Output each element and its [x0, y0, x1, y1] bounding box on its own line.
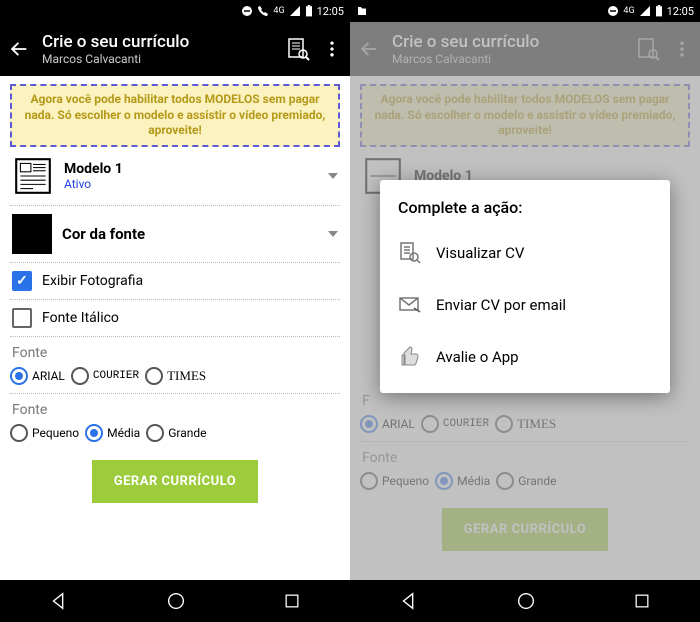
clock: 12:05	[667, 5, 694, 18]
nav-bar	[0, 580, 350, 622]
screenshot-icon	[356, 5, 368, 17]
chevron-down-icon	[328, 173, 338, 179]
show-photo-checkbox-row[interactable]: Exibir Fotografia	[10, 263, 340, 300]
overflow-menu-icon[interactable]	[322, 39, 342, 59]
signal-icon	[289, 5, 301, 17]
radio-icon	[85, 424, 103, 442]
color-swatch-icon	[12, 214, 52, 254]
radio-label: Grande	[168, 426, 206, 440]
dialog-item-label: Enviar CV por email	[436, 296, 566, 314]
dnd-icon	[241, 5, 253, 17]
phone-icon	[257, 5, 269, 17]
dialog-email-cv[interactable]: Enviar CV por email	[390, 279, 660, 331]
model-status: Ativo	[64, 177, 318, 191]
font-size-radio-group: Pequeno Média Grande	[10, 420, 340, 450]
status-bar: 4G 12:05	[350, 0, 700, 22]
cv-preview-icon[interactable]	[286, 37, 310, 61]
action-dialog: Complete a ação: Visualizar CV Enviar CV…	[380, 180, 670, 393]
checkbox-icon	[12, 308, 32, 328]
nav-home-icon[interactable]	[165, 590, 187, 612]
dialog-title: Complete a ação:	[390, 194, 660, 227]
radio-label: ARIAL	[32, 369, 65, 383]
signal-label: 4G	[273, 6, 284, 16]
battery-icon	[305, 5, 313, 17]
phone-right: 4G 12:05 Crie o seu currículo Marcos Cal…	[350, 0, 700, 622]
model-name: Modelo 1	[64, 161, 318, 177]
nav-recent-icon[interactable]	[632, 591, 652, 611]
italic-checkbox-row[interactable]: Fonte Itálico	[10, 300, 340, 337]
font-section-label: Fonte	[10, 337, 340, 363]
radio-icon	[145, 367, 163, 385]
radio-icon	[10, 424, 28, 442]
radio-icon	[71, 367, 89, 385]
font-color-label: Cor da fonte	[62, 225, 318, 243]
radio-label: TIMES	[167, 368, 206, 384]
radio-arial[interactable]: ARIAL	[10, 367, 65, 385]
radio-medium[interactable]: Média	[85, 424, 140, 442]
radio-small[interactable]: Pequeno	[10, 424, 79, 442]
status-bar: 4G 12:05	[0, 0, 350, 22]
document-model-icon	[12, 155, 54, 197]
radio-large[interactable]: Grande	[146, 424, 206, 442]
app-bar: Crie o seu currículo Marcos Calvacanti	[0, 22, 350, 76]
italic-label: Fonte Itálico	[42, 310, 119, 326]
model-selector[interactable]: Modelo 1 Ativo	[10, 147, 340, 206]
checkbox-icon	[12, 271, 32, 291]
nav-bar	[350, 580, 700, 622]
generate-button[interactable]: GERAR CURRÍCULO	[92, 460, 259, 503]
radio-label: Média	[107, 426, 140, 440]
battery-icon	[655, 5, 663, 17]
dialog-rate-app[interactable]: Avalie o App	[390, 331, 660, 383]
clock: 12:05	[317, 5, 344, 18]
radio-label: Pequeno	[32, 426, 79, 440]
radio-times[interactable]: TIMES	[145, 367, 206, 385]
promo-banner: Agora você pode habilitar todos MODELOS …	[10, 84, 340, 147]
phone-left: 4G 12:05 Crie o seu currículo Marcos Cal…	[0, 0, 350, 622]
font-family-radio-group: ARIAL COURIER TIMES	[10, 363, 340, 394]
radio-icon	[10, 367, 28, 385]
chevron-down-icon	[328, 231, 338, 237]
thumbs-up-icon	[398, 345, 422, 369]
signal-label: 4G	[623, 6, 634, 16]
radio-courier[interactable]: COURIER	[71, 367, 139, 385]
nav-back-icon[interactable]	[398, 590, 420, 612]
back-icon[interactable]	[8, 38, 30, 60]
page-subtitle: Marcos Calvacanti	[42, 52, 274, 66]
dialog-item-label: Visualizar CV	[436, 244, 524, 262]
signal-icon	[639, 5, 651, 17]
content-area: Agora você pode habilitar todos MODELOS …	[0, 76, 350, 580]
email-icon	[398, 293, 422, 317]
dialog-item-label: Avalie o App	[436, 348, 519, 366]
size-section-label: Fonte	[10, 394, 340, 420]
show-photo-label: Exibir Fotografia	[42, 273, 143, 289]
nav-home-icon[interactable]	[515, 590, 537, 612]
nav-back-icon[interactable]	[48, 590, 70, 612]
dialog-view-cv[interactable]: Visualizar CV	[390, 227, 660, 279]
dnd-icon	[607, 5, 619, 17]
nav-recent-icon[interactable]	[282, 591, 302, 611]
radio-icon	[146, 424, 164, 442]
radio-label: COURIER	[93, 370, 139, 382]
page-title: Crie o seu currículo	[42, 32, 274, 52]
font-color-selector[interactable]: Cor da fonte	[10, 206, 340, 263]
document-search-icon	[398, 241, 422, 265]
